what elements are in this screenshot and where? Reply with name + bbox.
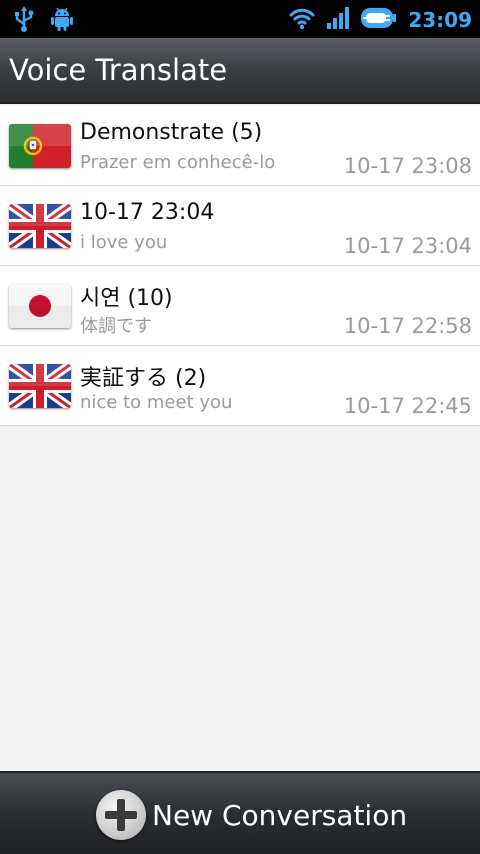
conversation-row[interactable]: 実証する (2) nice to meet you 10-17 22:45: [0, 346, 480, 426]
conversation-preview: Prazer em conhecê-lo: [80, 152, 276, 173]
status-time: 23:09: [408, 8, 472, 32]
conversation-title: 10-17 23:04: [80, 200, 215, 225]
new-conversation-label: New Conversation: [152, 798, 408, 832]
title-bar: Voice Translate: [0, 38, 480, 104]
conversation-row[interactable]: 10-17 23:04 i love you 10-17 23:04: [0, 186, 480, 266]
conversation-title: 実証する (2): [80, 366, 207, 391]
new-conversation-button[interactable]: New Conversation: [96, 790, 407, 840]
signal-icon: [326, 6, 350, 34]
uk-flag-icon: [9, 204, 71, 248]
android-debug-icon: [50, 6, 74, 36]
conversation-time: 10-17 23:04: [343, 234, 472, 258]
conversation-time: 10-17 23:08: [343, 154, 472, 178]
bottom-bar: New Conversation: [0, 771, 480, 854]
wifi-icon: [288, 6, 316, 34]
conversation-title: Demonstrate (5): [80, 120, 263, 145]
conversation-time: 10-17 22:58: [343, 314, 472, 338]
conversation-time: 10-17 22:45: [343, 394, 472, 418]
conversation-title: 시연 (10): [80, 286, 173, 311]
status-bar: 23:09: [0, 0, 480, 38]
conversation-preview: 体調です: [80, 316, 152, 337]
conversation-row[interactable]: 시연 (10) 体調です 10-17 22:58: [0, 266, 480, 346]
usb-icon: [12, 6, 36, 36]
conversation-list: Demonstrate (5) Prazer em conhecê-lo 10-…: [0, 106, 480, 426]
portugal-flag-icon: [9, 124, 71, 168]
uk-flag-icon: [9, 364, 71, 408]
app-title: Voice Translate: [9, 53, 228, 87]
conversation-preview: nice to meet you: [80, 392, 233, 413]
japan-flag-icon: [9, 284, 71, 328]
plus-icon: [96, 790, 146, 840]
conversation-row[interactable]: Demonstrate (5) Prazer em conhecê-lo 10-…: [0, 106, 480, 186]
battery-charging-icon: [360, 5, 398, 35]
conversation-preview: i love you: [80, 232, 168, 253]
